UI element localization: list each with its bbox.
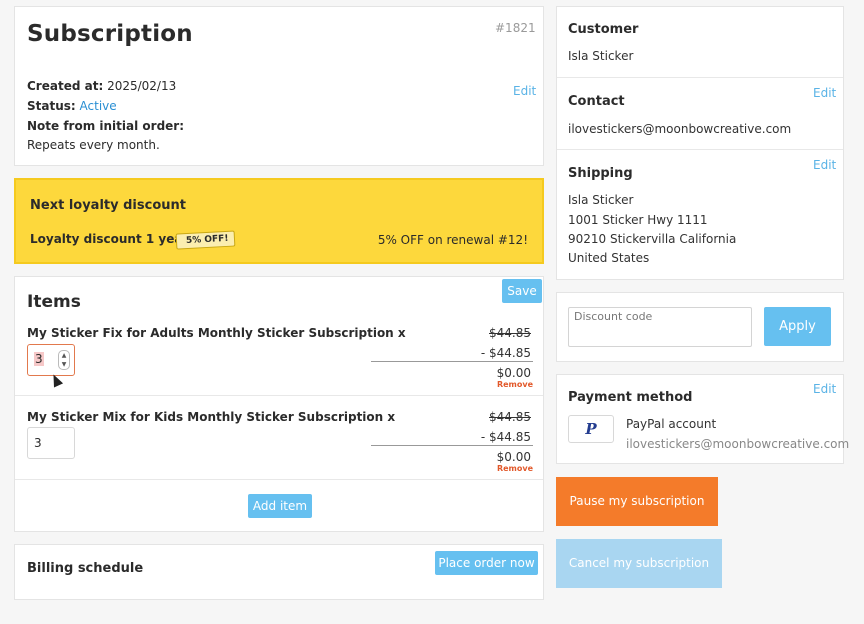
billing-card: Billing schedule Place order now — [14, 544, 544, 600]
item-discount: - $44.85 — [480, 346, 531, 360]
payment-card: Payment method Edit P PayPal account ilo… — [556, 374, 849, 464]
discount-card: Discount code Apply — [556, 292, 844, 362]
place-order-button[interactable]: Place order now — [435, 551, 538, 575]
price-divider — [371, 445, 533, 446]
created-value: 2025/02/13 — [107, 79, 177, 93]
shipping-line: 1001 Sticker Hwy 1111 — [568, 213, 708, 227]
quantity-input[interactable]: 3 — [27, 427, 75, 459]
payment-heading: Payment method — [568, 390, 693, 405]
item-price: $44.85 — [489, 410, 531, 424]
contact-heading: Contact — [568, 94, 625, 109]
shipping-line: United States — [568, 251, 650, 265]
customer-heading: Customer — [568, 22, 639, 37]
stepper-arrows-icon[interactable]: ▲ ▼ — [58, 350, 70, 370]
items-heading: Items — [27, 292, 81, 312]
subscription-card: Subscription #1821 Created at: 2025/02/1… — [14, 6, 544, 166]
item-total: $0.00 — [496, 450, 531, 464]
items-divider — [15, 395, 543, 396]
section-divider — [557, 149, 843, 150]
item-name: My Sticker Mix for Kids Monthly Sticker … — [27, 410, 396, 424]
apply-button[interactable]: Apply — [764, 307, 831, 346]
payment-edit-link[interactable]: Edit — [813, 382, 836, 396]
items-divider — [15, 479, 543, 480]
payment-email: ilovestickers@moonbowcreative.com — [626, 437, 850, 451]
remove-item-link[interactable]: Remove — [497, 464, 533, 473]
item-discount: - $44.85 — [480, 430, 531, 444]
loyalty-name: Loyalty discount 1 year — [30, 232, 189, 246]
loyalty-banner: Next loyalty discount Loyalty discount 1… — [14, 178, 544, 264]
subscription-edit-link[interactable]: Edit — [513, 84, 536, 98]
item-total: $0.00 — [496, 366, 531, 380]
payment-account: PayPal account — [626, 417, 717, 431]
paypal-icon: P — [585, 420, 597, 438]
contact-edit-link[interactable]: Edit — [813, 86, 836, 100]
status-label: Status: — [27, 99, 76, 113]
note-value: Repeats every month. — [27, 138, 160, 152]
discount-placeholder: Discount code — [574, 310, 653, 323]
order-number: #1821 — [495, 21, 536, 35]
note-label: Note from initial order: — [27, 119, 185, 133]
loyalty-badge: 5% OFF! — [175, 230, 236, 250]
save-button[interactable]: Save — [502, 279, 542, 303]
section-divider — [557, 77, 843, 78]
price-divider — [371, 361, 533, 362]
quantity-value[interactable]: 3 — [34, 436, 42, 450]
shipping-line: 90210 Stickervilla California — [568, 232, 737, 246]
remove-item-link[interactable]: Remove — [497, 380, 533, 389]
add-item-button[interactable]: Add item — [248, 494, 312, 518]
cancel-subscription-button[interactable]: Cancel my subscription — [556, 539, 722, 588]
billing-heading: Billing schedule — [27, 561, 144, 576]
status-row: Status: Active — [27, 99, 117, 113]
shipping-line: Isla Sticker — [568, 193, 634, 207]
loyalty-renewal: 5% OFF on renewal #12! — [377, 233, 528, 247]
created-row: Created at: 2025/02/13 — [27, 79, 176, 93]
paypal-logo: P — [568, 415, 614, 443]
shipping-edit-link[interactable]: Edit — [813, 158, 836, 172]
quantity-value[interactable]: 3 — [34, 352, 44, 366]
item-price: $44.85 — [489, 326, 531, 340]
quantity-stepper[interactable]: 3 ▲ ▼ — [27, 344, 75, 376]
status-badge: Active — [79, 99, 117, 113]
shipping-heading: Shipping — [568, 166, 633, 181]
loyalty-heading: Next loyalty discount — [30, 198, 186, 213]
item-name: My Sticker Fix for Adults Monthly Sticke… — [27, 326, 406, 340]
contact-email: ilovestickers@moonbowcreative.com — [568, 122, 792, 136]
customer-card: Customer Isla Sticker Edit Contact ilove… — [556, 6, 844, 280]
items-card: Items Save My Sticker Fix for Adults Mon… — [14, 276, 544, 532]
created-label: Created at: — [27, 79, 104, 93]
discount-code-input[interactable]: Discount code — [568, 307, 752, 347]
page-title: Subscription — [27, 21, 193, 47]
pause-subscription-button[interactable]: Pause my subscription — [556, 477, 718, 526]
customer-name: Isla Sticker — [568, 49, 634, 63]
